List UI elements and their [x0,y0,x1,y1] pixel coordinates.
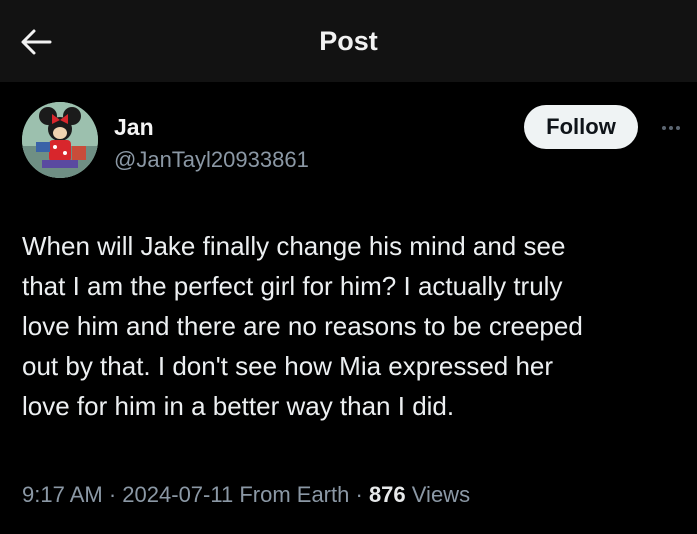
avatar[interactable] [22,102,98,178]
post-text: When will Jake finally change his mind a… [22,231,583,421]
follow-button[interactable]: Follow [524,105,638,149]
author-handle[interactable]: @JanTayl20933861 [114,147,309,173]
post-date[interactable]: 2024-07-11 [122,482,233,507]
views-count[interactable]: 876 [369,482,406,507]
separator: · [108,482,117,507]
more-horizontal-icon [676,126,680,130]
top-bar: Post [0,0,697,82]
separator: · [355,482,363,507]
page-title: Post [319,26,378,56]
more-options-button[interactable] [653,118,689,138]
views-label[interactable]: Views [412,482,470,507]
more-horizontal-icon [669,126,673,130]
more-horizontal-icon [662,126,666,130]
post-metadata: 9:17 AM · 2024-07-11 From Earth · 876 Vi… [22,482,470,508]
author-name[interactable]: Jan [114,114,154,141]
post-source: From Earth [239,482,350,507]
post-time[interactable]: 9:17 AM [22,482,103,507]
minnie-mouse-avatar [22,102,98,178]
